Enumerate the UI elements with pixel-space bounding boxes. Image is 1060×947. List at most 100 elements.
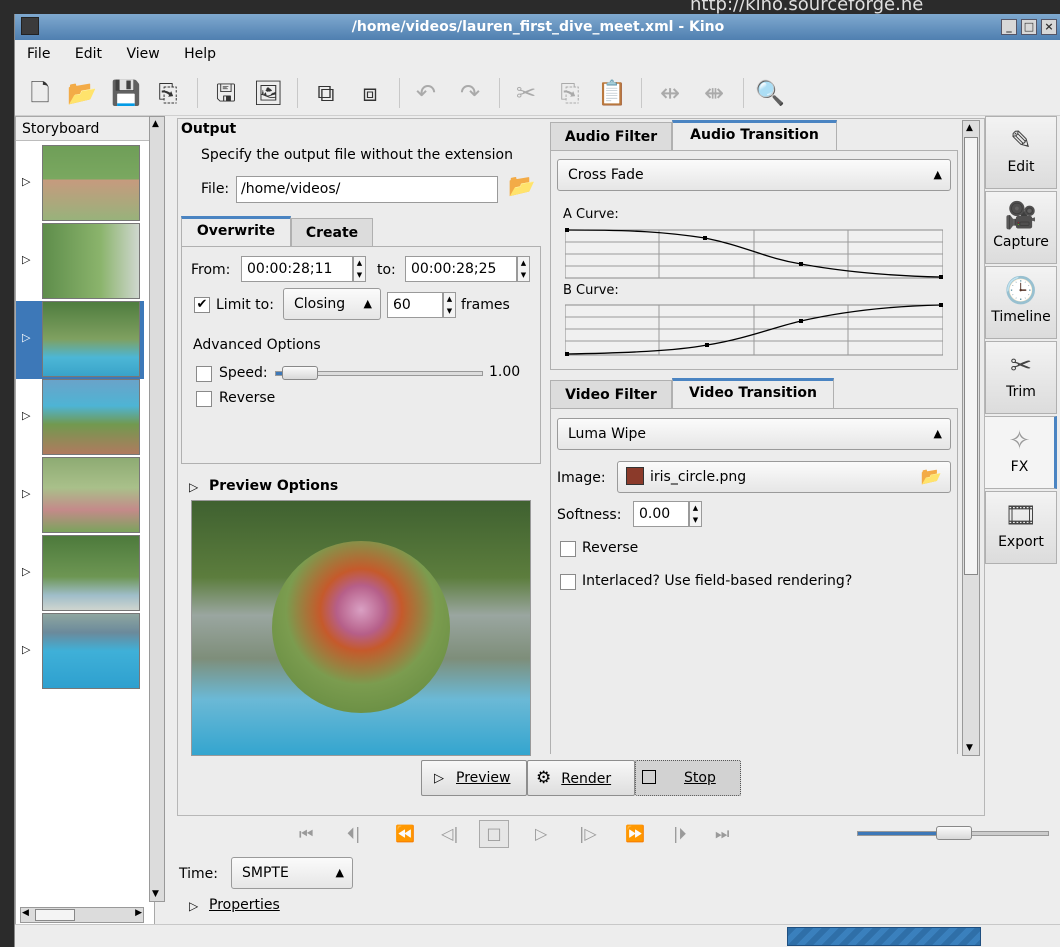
scene-row[interactable]: ▷ (16, 457, 154, 535)
scene-row[interactable]: ▷ (16, 613, 154, 691)
redo-icon[interactable]: ↷ (455, 78, 485, 108)
split-scene-icon[interactable]: ⧉ (311, 78, 341, 108)
scene-row[interactable]: ▷ (16, 379, 154, 457)
image-icon[interactable]: 🖼 (253, 78, 283, 108)
nav-edit[interactable]: ✎ Edit (985, 116, 1057, 189)
position-slider-handle[interactable] (936, 826, 972, 840)
save-icon[interactable]: 💾 (111, 78, 141, 108)
time-format-select[interactable]: SMPTE ▲ (231, 857, 353, 889)
scroll-down-icon[interactable]: ▼ (152, 889, 159, 899)
limit-mode-select[interactable]: Closing ▲ (283, 288, 381, 320)
expander-icon[interactable]: ▷ (22, 175, 30, 188)
next-frame-icon[interactable]: |▷ (579, 824, 597, 843)
scene-thumbnail[interactable] (42, 301, 140, 377)
save-frame-icon[interactable]: 🖫 (211, 78, 241, 108)
undo-icon[interactable]: ↶ (411, 78, 441, 108)
expander-icon[interactable]: ▷ (22, 643, 30, 656)
preview-button[interactable]: ▷ Preview (421, 760, 527, 796)
title-bar[interactable]: /home/videos/lauren_first_dive_meet.xml … (15, 14, 1060, 40)
storyboard-header[interactable]: Storyboard (16, 117, 154, 141)
minimize-button[interactable]: _ (1001, 19, 1017, 35)
nav-capture[interactable]: 🎥 Capture (985, 191, 1057, 264)
prev-frame-icon[interactable]: ◁| (441, 824, 459, 843)
tab-audio-filter[interactable]: Audio Filter (550, 122, 672, 150)
to-spinner[interactable]: ▲ ▼ (517, 256, 530, 282)
tab-create[interactable]: Create (291, 218, 373, 246)
scroll-right-icon[interactable]: ▶ (135, 908, 142, 918)
play-icon[interactable]: ▷ (535, 824, 547, 843)
expander-icon[interactable]: ▷ (22, 565, 30, 578)
storyboard-vscrollbar[interactable]: ▲ ▼ (149, 116, 165, 902)
next-scene-icon[interactable]: |⏵ (673, 824, 686, 844)
zoom-icon[interactable]: 🔍 (755, 78, 785, 108)
scene-thumbnail[interactable] (42, 223, 140, 299)
stop-transport-icon[interactable]: □ (479, 820, 509, 848)
browse-folder-icon[interactable]: 📂 (508, 174, 535, 199)
menu-file[interactable]: File (27, 46, 50, 62)
tab-video-filter[interactable]: Video Filter (550, 380, 672, 408)
scene-thumbnail[interactable] (42, 613, 140, 689)
scene-thumbnail[interactable] (42, 145, 140, 221)
from-field[interactable]: 00:00:28;11 ▲ ▼ (241, 256, 366, 282)
interlaced-checkbox[interactable] (560, 574, 576, 590)
a-curve-graph[interactable] (564, 228, 944, 280)
tab-audio-transition[interactable]: Audio Transition (672, 120, 837, 150)
expander-icon[interactable]: ▷ (22, 487, 30, 500)
speed-checkbox[interactable] (196, 366, 212, 382)
speed-slider[interactable] (275, 366, 483, 380)
tab-video-transition[interactable]: Video Transition (672, 378, 834, 408)
scroll-left-icon[interactable]: ◀ (22, 908, 29, 918)
a-curve-editor[interactable] (564, 228, 944, 280)
properties-expander-icon[interactable]: ▷ (189, 899, 198, 913)
paste-icon[interactable]: 📋 (597, 78, 627, 108)
position-slider[interactable] (857, 826, 1049, 840)
preview-options-expander-icon[interactable]: ▷ (189, 480, 198, 494)
nav-export[interactable]: 🎞 Export (985, 491, 1057, 564)
scene-thumbnail[interactable] (42, 535, 140, 611)
open-folder-icon[interactable]: 📂 (67, 78, 97, 108)
render-button[interactable]: ⚙ Render (527, 760, 635, 796)
fast-forward-icon[interactable]: ⏩ (625, 824, 645, 843)
collapse-icon[interactable]: ⇼ (699, 78, 729, 108)
scene-thumbnail[interactable] (42, 457, 140, 533)
expander-icon[interactable]: ▷ (22, 253, 30, 266)
limit-checkbox[interactable]: ✔ (194, 297, 210, 313)
nav-fx[interactable]: ✧ FX (985, 416, 1057, 489)
scene-row[interactable]: ▷ (16, 145, 154, 223)
copy-icon[interactable]: ⎘ (555, 78, 585, 108)
rewind-icon[interactable]: ⏪ (395, 824, 415, 843)
close-button[interactable]: × (1041, 19, 1057, 35)
b-curve-graph[interactable] (564, 303, 944, 357)
scroll-thumb[interactable] (35, 909, 75, 921)
expander-icon[interactable]: ▷ (22, 409, 30, 422)
stop-button[interactable]: Stop (635, 760, 741, 796)
speed-slider-handle[interactable] (282, 366, 318, 380)
frames-spinner[interactable]: ▲ ▼ (443, 292, 456, 318)
menu-help[interactable]: Help (184, 46, 216, 62)
output-reverse-checkbox[interactable] (196, 391, 212, 407)
end-icon[interactable]: ⏭ (715, 824, 729, 844)
menu-view[interactable]: View (126, 46, 159, 62)
new-file-icon[interactable]: 🗋 (25, 78, 55, 108)
fx-vscrollbar[interactable]: ▲ ▼ (962, 120, 980, 756)
start-icon[interactable]: ⏮ (299, 824, 313, 844)
nav-trim[interactable]: ✂ Trim (985, 341, 1057, 414)
scene-row[interactable]: ▷ (16, 223, 154, 301)
nav-timeline[interactable]: 🕒 Timeline (985, 266, 1057, 339)
scene-row[interactable]: ▷ (16, 535, 154, 613)
join-scene-icon[interactable]: ⧈ (355, 78, 385, 108)
softness-spinner[interactable]: ▲ ▼ (689, 501, 702, 527)
properties-label[interactable]: Properties (209, 897, 280, 913)
scroll-thumb[interactable] (964, 137, 978, 575)
publish-icon[interactable]: ⎘ (153, 78, 183, 108)
image-file-chooser[interactable]: iris_circle.png 📂 (617, 461, 951, 493)
to-field[interactable]: 00:00:28;25 ▲ ▼ (405, 256, 530, 282)
open-folder-icon[interactable]: 📂 (921, 462, 942, 492)
menu-edit[interactable]: Edit (75, 46, 102, 62)
video-reverse-checkbox[interactable] (560, 541, 576, 557)
scroll-up-icon[interactable]: ▲ (966, 123, 973, 133)
cut-icon[interactable]: ✂ (511, 78, 541, 108)
scroll-up-icon[interactable]: ▲ (152, 119, 159, 129)
expand-icon[interactable]: ⇹ (655, 78, 685, 108)
scene-thumbnail[interactable] (42, 379, 140, 455)
